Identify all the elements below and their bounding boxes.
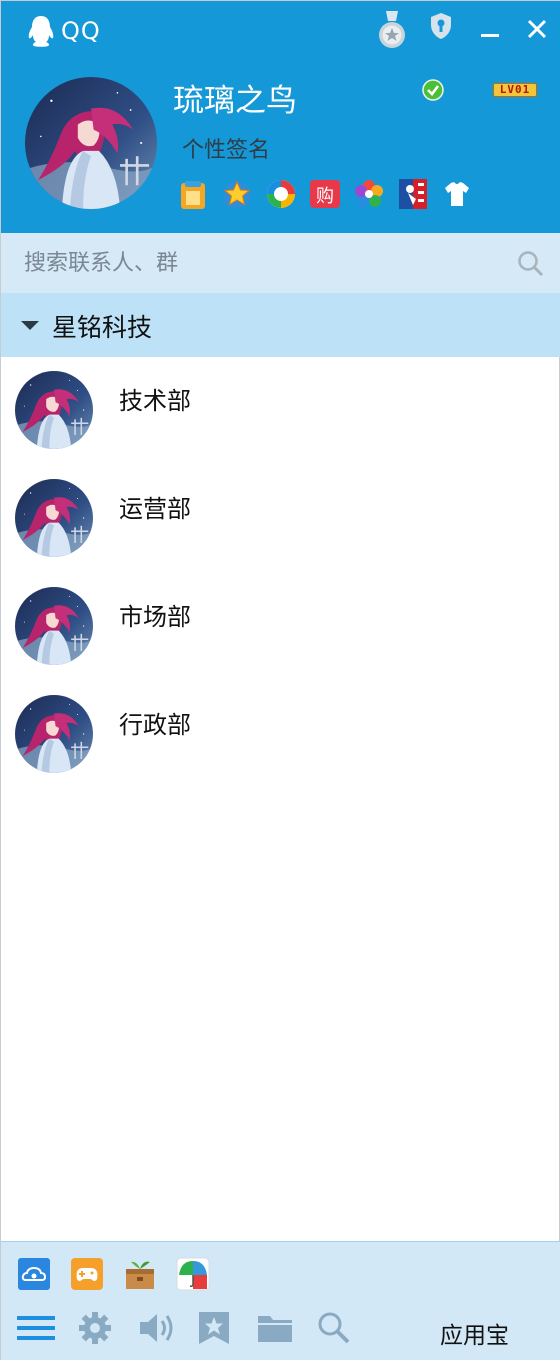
contact-avatar xyxy=(15,695,93,773)
game-icon[interactable] xyxy=(70,1257,104,1291)
nba-icon[interactable] xyxy=(397,177,429,211)
favorites-button[interactable] xyxy=(197,1308,257,1348)
menu-icon xyxy=(17,1316,55,1340)
box-icon[interactable] xyxy=(123,1257,157,1291)
user-nickname[interactable]: 琉璃之鸟 xyxy=(173,75,297,120)
cloud-drive-icon[interactable] xyxy=(17,1257,51,1291)
expand-caret-icon xyxy=(21,321,39,330)
contact-avatar xyxy=(15,587,93,665)
bottom-tools xyxy=(17,1308,377,1348)
qq-main-window: QQ 琉璃之鸟 LV01 个性签名 购 搜索联系人、群 星铭科技 技术部 运营部… xyxy=(0,0,560,1360)
main-menu-button[interactable] xyxy=(17,1308,77,1348)
favorites-icon xyxy=(199,1312,229,1344)
online-status-button[interactable] xyxy=(422,79,444,101)
star-badge-icon[interactable] xyxy=(221,177,253,211)
contact-name: 市场部 xyxy=(119,603,191,631)
settings-button[interactable] xyxy=(77,1308,137,1348)
contact-item[interactable]: 技术部 xyxy=(1,357,560,465)
settings-icon xyxy=(79,1312,111,1344)
contact-name: 行政部 xyxy=(119,711,191,739)
signature-field[interactable]: 个性签名 xyxy=(182,132,270,164)
qzone-icon[interactable] xyxy=(265,177,297,211)
shield-icon xyxy=(431,13,451,39)
profile-header: QQ 琉璃之鸟 LV01 个性签名 购 xyxy=(1,1,560,233)
group-name: 星铭科技 xyxy=(52,313,153,342)
shopping-icon[interactable]: 购 xyxy=(309,177,341,211)
search-icon[interactable] xyxy=(516,249,544,277)
level-badge[interactable]: LV01 xyxy=(493,83,537,97)
contact-avatar xyxy=(15,479,93,557)
app-title: QQ xyxy=(61,17,101,45)
contact-group-header[interactable]: 星铭科技 xyxy=(1,293,560,357)
contact-item[interactable]: 行政部 xyxy=(1,681,560,789)
close-button[interactable] xyxy=(522,9,552,49)
qq-penguin-icon xyxy=(28,16,54,47)
wallet-icon[interactable] xyxy=(177,177,209,211)
volume-icon xyxy=(140,1314,173,1342)
tshirt-icon[interactable] xyxy=(441,177,473,211)
bottom-app-icons xyxy=(17,1257,210,1291)
umbrella-icon[interactable] xyxy=(176,1257,210,1291)
minimize-icon xyxy=(481,34,499,37)
user-avatar[interactable] xyxy=(25,77,157,209)
app-logo: QQ xyxy=(25,13,101,49)
folder-icon xyxy=(258,1316,292,1342)
contact-avatar xyxy=(15,371,93,449)
photo-icon[interactable] xyxy=(353,177,385,211)
search-icon xyxy=(318,1312,350,1344)
profile-app-icons: 购 xyxy=(177,177,473,211)
security-button[interactable] xyxy=(429,11,453,41)
file-manager-button[interactable] xyxy=(257,1308,317,1348)
find-button[interactable] xyxy=(317,1308,377,1348)
close-icon xyxy=(527,19,547,39)
bottom-toolbar: 应用宝 xyxy=(1,1241,560,1360)
contact-item[interactable]: 市场部 xyxy=(1,573,560,681)
contact-name: 运营部 xyxy=(119,495,191,523)
svg-text:购: 购 xyxy=(316,186,334,207)
contact-search-bar xyxy=(1,233,560,293)
online-status-icon xyxy=(422,79,444,101)
medal-button[interactable] xyxy=(375,9,409,49)
sound-button[interactable] xyxy=(137,1308,197,1348)
contact-item[interactable]: 运营部 xyxy=(1,465,560,573)
contact-name: 技术部 xyxy=(119,387,191,415)
minimize-button[interactable] xyxy=(477,9,503,49)
contact-search-input[interactable] xyxy=(1,233,501,293)
app-store-button[interactable]: 应用宝 xyxy=(440,1316,509,1350)
medal-icon xyxy=(379,11,405,48)
